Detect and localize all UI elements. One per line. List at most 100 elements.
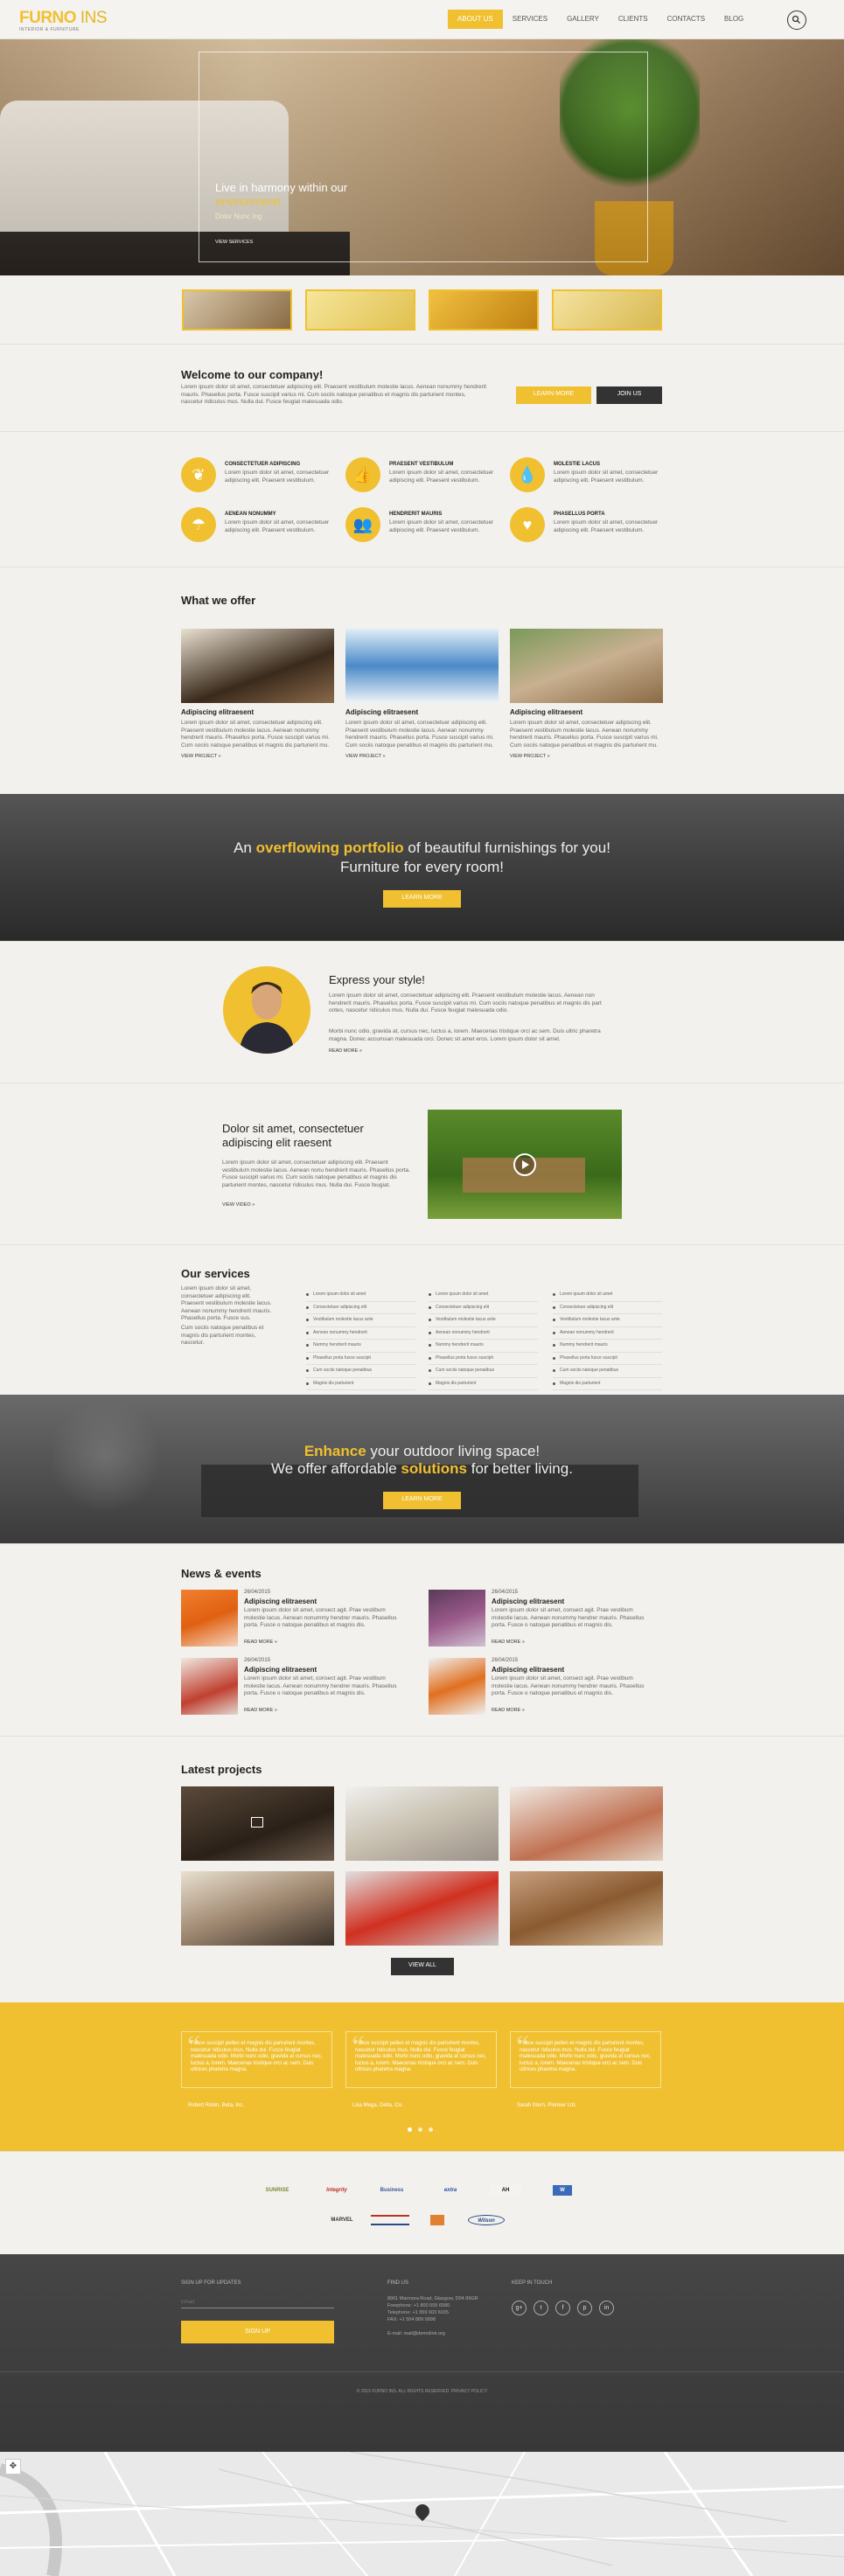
nav-contacts[interactable]: CONTACTS <box>658 10 715 29</box>
pinterest-icon[interactable]: p <box>577 2301 592 2315</box>
view-project-link[interactable]: VIEW PROJECT » <box>181 754 334 759</box>
search-icon[interactable] <box>787 10 806 30</box>
features-section: ❦ CONSECTETUER ADIPISCING Lorem ipsum do… <box>0 431 844 567</box>
slider-thumbnails <box>0 275 844 344</box>
twitter-icon[interactable]: t <box>534 2301 548 2315</box>
list-item[interactable]: Cum sociis natoque penatibus <box>306 1365 415 1378</box>
news-image[interactable] <box>429 1590 485 1647</box>
project-thumbnail[interactable] <box>181 1786 334 1861</box>
slider-dot[interactable] <box>429 2127 433 2132</box>
list-item[interactable]: Magnis dis parturient <box>429 1378 538 1390</box>
learn-more-button[interactable]: LEARN MORE <box>516 386 591 404</box>
list-item[interactable]: Vestibulum molestie lacus ante <box>553 1314 662 1327</box>
list-item[interactable]: Phasellus porta fusce suscipit <box>429 1353 538 1365</box>
project-thumbnail[interactable] <box>510 1871 663 1946</box>
slider-dot[interactable] <box>418 2127 422 2132</box>
google-map[interactable]: ✥ <box>0 2452 844 2576</box>
list-item[interactable]: Phasellus porta fusce suscipit <box>306 1353 415 1365</box>
news-image[interactable] <box>181 1590 238 1647</box>
facebook-icon[interactable]: f <box>555 2301 570 2315</box>
view-all-button[interactable]: VIEW ALL <box>391 1958 454 1975</box>
list-item[interactable]: Nummy hendrerit mauris <box>553 1340 662 1353</box>
linkedin-icon[interactable]: in <box>599 2301 614 2315</box>
join-us-button[interactable]: JOIN US <box>596 386 662 404</box>
offer-image-patio[interactable] <box>510 629 663 703</box>
list-item[interactable]: Aenean nonummy hendrerit <box>429 1327 538 1340</box>
offer-image-kitchen[interactable] <box>181 629 334 703</box>
list-item[interactable]: Magnis dis parturient <box>553 1378 662 1390</box>
project-thumbnail[interactable] <box>510 1786 663 1861</box>
list-item[interactable]: Aenean nonummy hendrerit <box>553 1327 662 1340</box>
nav-services[interactable]: SERVICES <box>503 10 557 29</box>
project-thumbnail[interactable] <box>345 1871 499 1946</box>
list-item[interactable]: Cum sociis natoque penatibus <box>553 1365 662 1378</box>
read-more-link[interactable]: READ MORE » <box>244 1640 277 1645</box>
list-item[interactable]: Phasellus porta fusce suscipit <box>553 1353 662 1365</box>
nav-clients[interactable]: CLIENTS <box>609 10 658 29</box>
slider-dot[interactable] <box>408 2127 412 2132</box>
client-logo[interactable]: Business <box>373 2185 410 2196</box>
nav-about-us[interactable]: ABOUT US <box>448 10 503 29</box>
thumbnail-3[interactable] <box>429 289 539 331</box>
email-link[interactable]: E-mail: mail@demolink.org <box>387 2330 484 2337</box>
drop-icon: 💧 <box>510 457 545 492</box>
project-thumbnail[interactable] <box>345 1786 499 1861</box>
client-logo[interactable] <box>371 2215 409 2225</box>
read-more-link[interactable]: READ MORE » <box>492 1640 525 1645</box>
read-more-link[interactable]: READ MORE » <box>329 1048 362 1054</box>
logo[interactable]: FURNO INS <box>19 9 108 28</box>
client-logo[interactable]: W <box>553 2185 572 2196</box>
view-video-link[interactable]: VIEW VIDEO » <box>222 1202 255 1208</box>
nav-blog[interactable]: BLOG <box>715 10 753 29</box>
thumbnail-1[interactable] <box>182 289 292 331</box>
video-thumbnail[interactable] <box>428 1110 622 1219</box>
thumbnail-4[interactable] <box>552 289 662 331</box>
view-project-link[interactable]: VIEW PROJECT » <box>510 754 663 759</box>
portfolio-banner: An overflowing portfolio of beautiful fu… <box>0 794 844 941</box>
read-more-link[interactable]: READ MORE » <box>492 1708 525 1713</box>
list-item[interactable]: Lorem ipsum dolor sit amet <box>306 1289 415 1302</box>
news-image[interactable] <box>429 1658 485 1715</box>
news-item-title[interactable]: Adipiscing elitraesent <box>244 1598 317 1605</box>
portfolio-learn-more-button[interactable]: LEARN MORE <box>383 890 461 908</box>
list-item[interactable]: Cum sociis natoque penatibus <box>429 1365 538 1378</box>
list-item[interactable]: Aenean nonummy hendrerit <box>306 1327 415 1340</box>
client-logo[interactable]: MARVEL <box>324 2215 360 2225</box>
news-image[interactable] <box>181 1658 238 1715</box>
signup-button[interactable]: SIGN UP <box>181 2321 334 2343</box>
client-logo[interactable]: extra <box>432 2185 469 2196</box>
email-field[interactable] <box>181 2296 334 2308</box>
google-plus-icon[interactable]: g+ <box>512 2301 527 2315</box>
list-item[interactable]: Consectetuer adipiscing elit <box>429 1302 538 1314</box>
list-item[interactable]: Vestibulum molestie lacus ante <box>429 1314 538 1327</box>
offer-image-living[interactable] <box>345 629 499 703</box>
read-more-link[interactable]: READ MORE » <box>244 1708 277 1713</box>
list-item[interactable]: Consectetuer adipiscing elit <box>306 1302 415 1314</box>
hero-link[interactable]: VIEW SERVICES <box>215 240 253 245</box>
project-thumbnail[interactable] <box>181 1871 334 1946</box>
thumbnail-2[interactable] <box>305 289 415 331</box>
hero-title: Live in harmony within our environment! <box>215 181 348 208</box>
list-item[interactable]: Consectetuer adipiscing elit <box>553 1302 662 1314</box>
client-logo[interactable]: SUNRISE <box>259 2185 296 2196</box>
client-logo[interactable]: Integrity <box>318 2185 355 2196</box>
client-logo[interactable]: Wilson <box>468 2215 505 2225</box>
client-logo[interactable] <box>430 2215 444 2225</box>
map-pan-icon[interactable]: ✥ <box>5 2459 21 2475</box>
view-project-link[interactable]: VIEW PROJECT » <box>345 754 499 759</box>
client-logo[interactable]: AH <box>490 2185 521 2196</box>
nav-gallery[interactable]: GALLERY <box>557 10 609 29</box>
play-icon[interactable] <box>513 1153 536 1176</box>
copyright: © 2015 FURNO INS. ALL RIGHTS RESERVED. P… <box>356 2389 488 2394</box>
list-item[interactable]: Lorem ipsum dolor sit amet <box>553 1289 662 1302</box>
feature-title: CONSECTETUER ADIPISCING <box>225 462 301 467</box>
enhance-learn-more-button[interactable]: LEARN MORE <box>383 1492 461 1509</box>
list-item[interactable]: Vestibulum molestie lacus ante <box>306 1314 415 1327</box>
list-item[interactable]: Lorem ipsum dolor sit amet <box>429 1289 538 1302</box>
news-item-title[interactable]: Adipiscing elitraesent <box>492 1666 564 1674</box>
news-item-title[interactable]: Adipiscing elitraesent <box>492 1598 564 1605</box>
list-item[interactable]: Magnis dis parturient <box>306 1378 415 1390</box>
list-item[interactable]: Nummy hendrerit mauris <box>306 1340 415 1353</box>
list-item[interactable]: Nummy hendrerit mauris <box>429 1340 538 1353</box>
news-item-title[interactable]: Adipiscing elitraesent <box>244 1666 317 1674</box>
